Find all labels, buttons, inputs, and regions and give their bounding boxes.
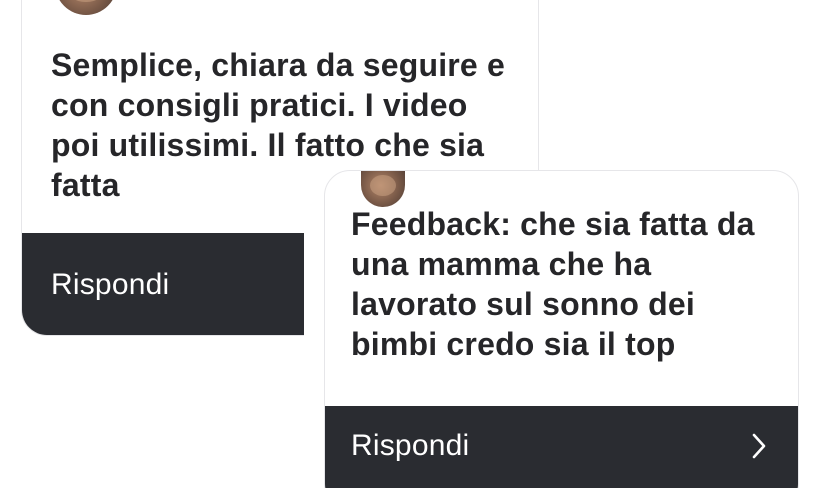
chevron-right-icon: [748, 432, 770, 460]
response-message: Feedback: che sia fatta da una mamma che…: [351, 206, 755, 362]
screenshot-stage: Semplice, chiara da seguire e con consig…: [0, 0, 814, 488]
reply-button[interactable]: Rispondi: [325, 406, 798, 488]
response-card-front: Feedback: che sia fatta da una mamma che…: [324, 170, 799, 488]
reply-label: Rispondi: [351, 428, 470, 462]
front-card-region: Feedback: che sia fatta da una mamma che…: [304, 170, 814, 488]
avatar: [55, 0, 117, 15]
reply-label: Rispondi: [51, 268, 170, 301]
avatar: [361, 171, 405, 207]
